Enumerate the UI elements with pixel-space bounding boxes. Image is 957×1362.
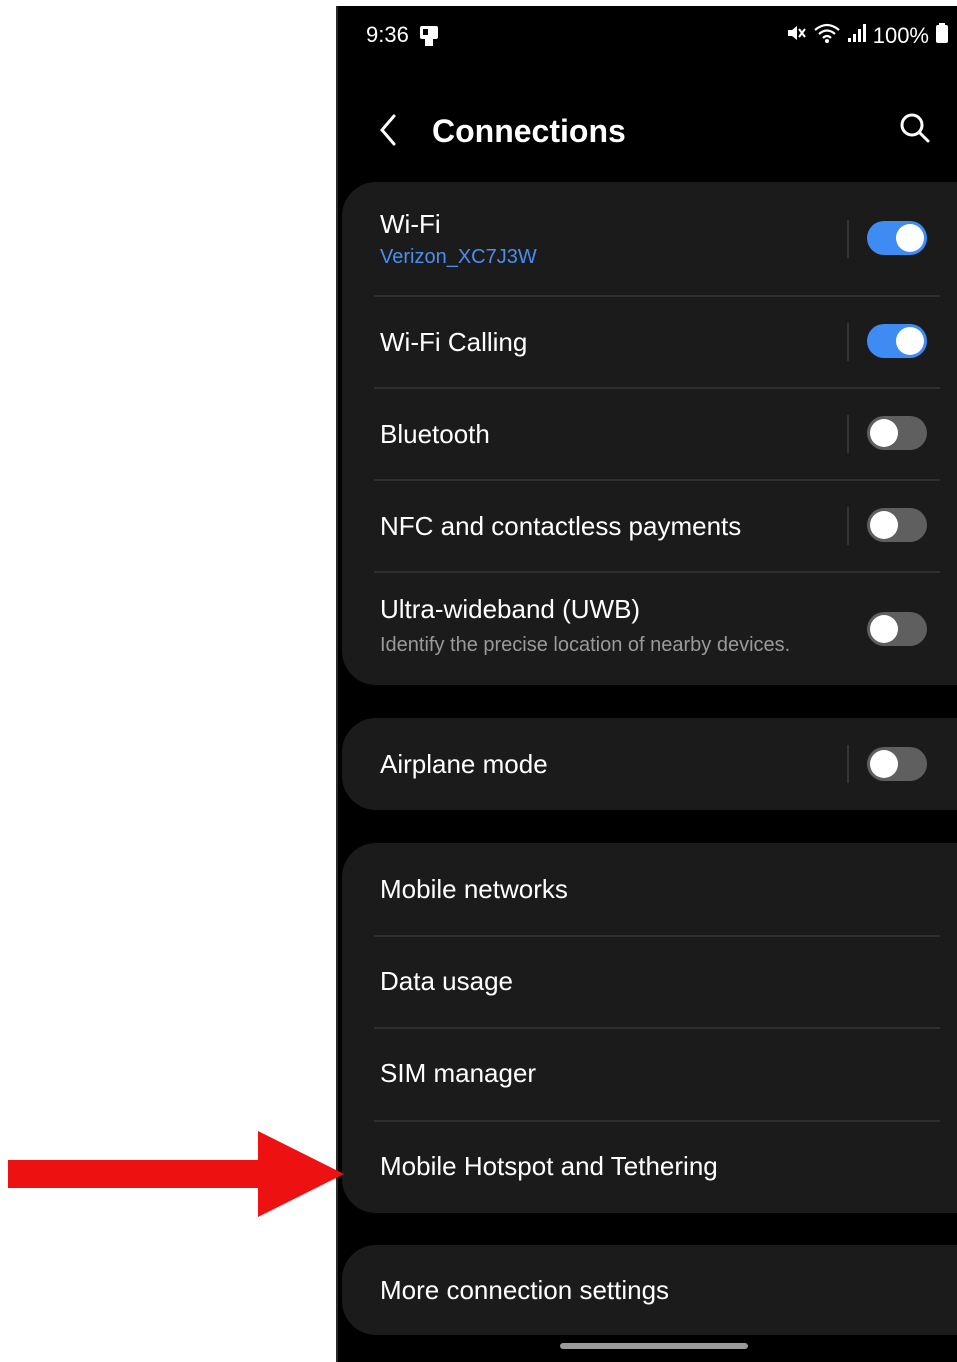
status-time: 9:36 (366, 22, 409, 47)
data-usage-title: Data usage (380, 966, 513, 996)
uwb-toggle[interactable] (867, 612, 927, 646)
separator (847, 745, 849, 783)
separator (847, 220, 849, 258)
more-connection-settings-row[interactable]: More connection settings (342, 1245, 957, 1335)
home-indicator (560, 1343, 748, 1349)
wifi-calling-toggle[interactable] (867, 324, 927, 358)
settings-group-airplane: Airplane mode (342, 718, 957, 810)
wifi-network-name: Verizon_XC7J3W (380, 246, 537, 268)
wifi-toggle[interactable] (867, 221, 927, 255)
sim-manager-row[interactable]: SIM manager (342, 1028, 957, 1120)
more-connection-settings-title: More connection settings (380, 1275, 670, 1305)
nfc-row[interactable]: NFC and contactless payments (342, 480, 957, 572)
page-title: Connections (432, 113, 626, 149)
app-bar: Connections (338, 96, 957, 166)
back-button[interactable] (374, 110, 404, 150)
phone-screen: 9:36 100% Connections Wi-Fi Verizon_XC7J… (336, 6, 957, 1362)
airplane-mode-title: Airplane mode (380, 749, 548, 779)
battery-text: 100% (872, 23, 929, 48)
mobile-networks-title: Mobile networks (380, 874, 568, 904)
wifi-calling-title: Wi-Fi Calling (380, 327, 528, 357)
bluetooth-row[interactable]: Bluetooth (342, 388, 957, 480)
airplane-mode-toggle[interactable] (867, 747, 927, 781)
settings-group-mobile: Mobile networks Data usage SIM manager M… (342, 843, 957, 1213)
uwb-row[interactable]: Ultra-wideband (UWB) Identify the precis… (342, 572, 957, 685)
settings-group-wireless: Wi-Fi Verizon_XC7J3W Wi-Fi Calling Bluet… (342, 182, 957, 685)
uwb-description: Identify the precise location of nearby … (380, 634, 791, 656)
signal-icon (847, 22, 867, 50)
wifi-icon (813, 22, 841, 50)
search-icon (900, 113, 930, 143)
uwb-title: Ultra-wideband (UWB) (380, 594, 641, 624)
airplane-mode-row[interactable]: Airplane mode (342, 718, 957, 810)
separator (847, 507, 849, 545)
nfc-title: NFC and contactless payments (380, 511, 742, 541)
arrow-pointer-icon (8, 1131, 344, 1217)
mute-icon (785, 22, 807, 50)
status-bar: 9:36 100% (338, 6, 957, 62)
settings-group-more: More connection settings (342, 1245, 957, 1335)
notification-icon (418, 24, 440, 54)
sim-manager-title: SIM manager (380, 1058, 537, 1088)
battery-icon (935, 22, 949, 50)
data-usage-row[interactable]: Data usage (342, 936, 957, 1028)
wifi-title: Wi-Fi (380, 209, 441, 239)
back-icon (380, 114, 396, 146)
bluetooth-toggle[interactable] (867, 416, 927, 450)
search-button[interactable] (897, 110, 933, 146)
status-icons: 100% (785, 22, 949, 50)
wifi-row[interactable]: Wi-Fi Verizon_XC7J3W (342, 182, 957, 296)
wifi-calling-row[interactable]: Wi-Fi Calling (342, 296, 957, 388)
separator (847, 415, 849, 453)
mobile-hotspot-title: Mobile Hotspot and Tethering (380, 1151, 718, 1181)
mobile-networks-row[interactable]: Mobile networks (342, 843, 957, 935)
nfc-toggle[interactable] (867, 508, 927, 542)
separator (847, 323, 849, 361)
bluetooth-title: Bluetooth (380, 419, 490, 449)
mobile-hotspot-row[interactable]: Mobile Hotspot and Tethering (342, 1121, 957, 1213)
